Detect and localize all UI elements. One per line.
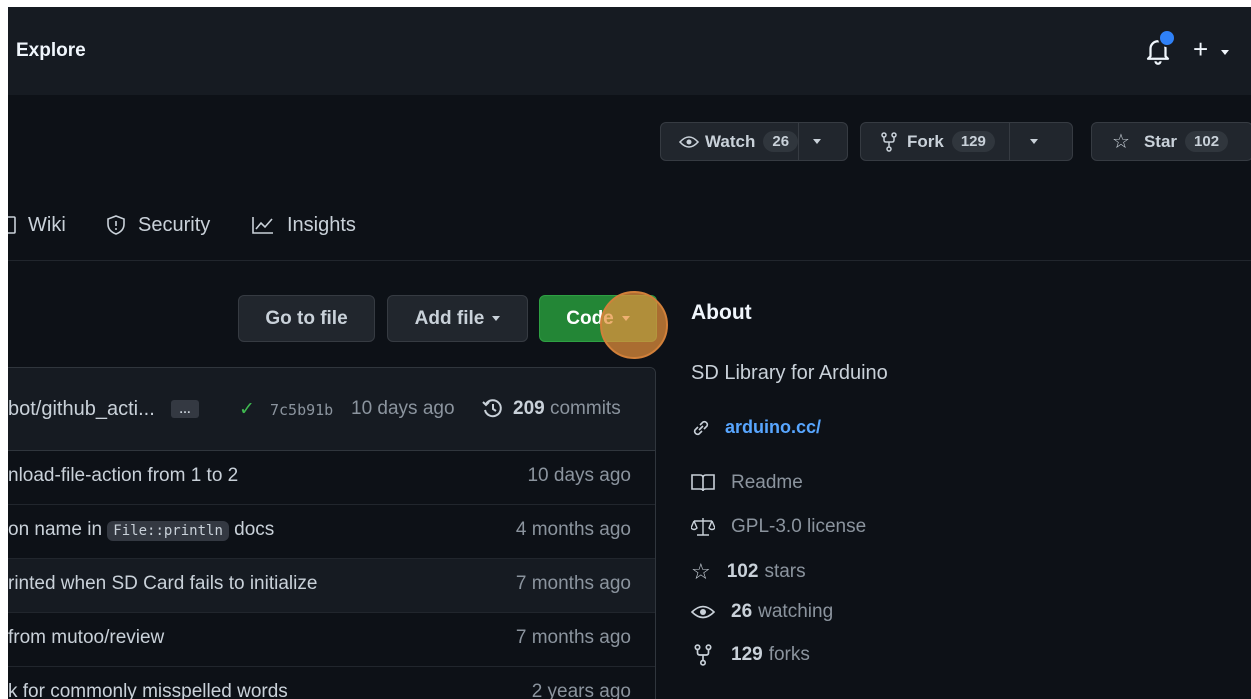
chevron-down-icon[interactable] xyxy=(1029,139,1038,144)
watch-button[interactable]: Watch 26 xyxy=(660,122,848,161)
inline-code: File::println xyxy=(107,521,229,541)
table-row[interactable]: nload-file-action from 1 to 2 10 days ag… xyxy=(8,451,655,505)
eye-icon xyxy=(691,605,715,619)
graph-icon xyxy=(252,217,273,234)
history-icon xyxy=(482,399,502,418)
forks-count: 129 xyxy=(731,644,763,665)
stars-link[interactable]: ☆ 102 stars xyxy=(691,559,806,585)
commit-count: 209 xyxy=(513,398,545,419)
latest-commit-bar: bot/github_acti... … ✓ 7c5b91b 10 days a… xyxy=(8,368,655,451)
cursor-highlight xyxy=(600,291,668,359)
fork-button[interactable]: Fork 129 xyxy=(860,122,1073,161)
website-link-text[interactable]: arduino.cc/ xyxy=(725,417,821,438)
readme-label: Readme xyxy=(731,472,803,493)
law-icon xyxy=(691,518,715,536)
forks-link[interactable]: 129 forks xyxy=(691,644,810,666)
commit-age: 2 years ago xyxy=(531,681,631,699)
add-file-button[interactable]: Add file xyxy=(387,295,528,342)
commit-hash[interactable]: 7c5b91b xyxy=(270,401,333,419)
go-to-file-label: Go to file xyxy=(265,307,348,329)
star-icon: ☆ xyxy=(1112,131,1130,153)
license-label: GPL-3.0 license xyxy=(731,516,867,537)
top-navbar: Explore + xyxy=(8,7,1251,95)
repo-description: SD Library for Arduino xyxy=(691,362,888,384)
watch-count: 26 xyxy=(763,131,799,152)
website-link[interactable]: arduino.cc/ xyxy=(691,417,821,438)
star-label: Star xyxy=(1143,131,1178,151)
about-heading: About xyxy=(691,301,752,324)
book-icon xyxy=(691,474,715,492)
commit-message-text: docs xyxy=(228,519,275,540)
fork-icon xyxy=(694,644,712,666)
star-button[interactable]: ☆ Star 102 xyxy=(1091,122,1251,161)
fork-label: Fork xyxy=(907,131,944,151)
commit-age: 7 months ago xyxy=(515,627,631,648)
table-row[interactable]: k for commonly misspelled words 2 years … xyxy=(8,667,655,699)
book-icon xyxy=(8,216,16,234)
commits-label: commits xyxy=(549,398,621,419)
tab-security[interactable]: Security xyxy=(106,202,210,248)
commit-age: 10 days ago xyxy=(527,465,631,486)
tab-label: Insights xyxy=(287,213,356,236)
repo-tabs: Wiki Security Insights xyxy=(8,202,1251,261)
commit-message[interactable]: from mutoo/review xyxy=(8,627,164,649)
table-row[interactable]: from mutoo/review 7 months ago xyxy=(8,613,655,667)
tab-wiki[interactable]: Wiki xyxy=(8,202,66,248)
stars-label: stars xyxy=(764,561,806,582)
stars-count: 102 xyxy=(726,561,759,582)
commit-age: 7 months ago xyxy=(515,573,631,594)
tab-label: Security xyxy=(138,213,211,236)
check-icon: ✓ xyxy=(239,399,255,420)
tab-insights[interactable]: Insights xyxy=(251,202,356,248)
chevron-down-icon[interactable] xyxy=(813,139,822,144)
go-to-file-button[interactable]: Go to file xyxy=(238,295,375,342)
license-link[interactable]: GPL-3.0 license xyxy=(691,516,866,538)
github-repo-page: Explore + Watch 26 Fork 129 ☆ Star 102 W… xyxy=(8,7,1251,699)
watch-label: Watch xyxy=(705,131,756,151)
add-file-label: Add file xyxy=(414,307,485,329)
chevron-down-icon xyxy=(492,316,501,321)
latest-commit-message[interactable]: bot/github_acti... xyxy=(8,398,155,421)
commit-message[interactable]: nload-file-action from 1 to 2 xyxy=(8,465,238,487)
commit-message[interactable]: on name in File::println docs xyxy=(8,519,274,541)
watching-link[interactable]: 26 watching xyxy=(691,601,833,623)
commit-message-text: on name in xyxy=(8,519,108,540)
commit-age: 10 days ago xyxy=(351,398,455,419)
tab-label: Wiki xyxy=(28,213,66,236)
explore-link[interactable]: Explore xyxy=(16,40,86,62)
commits-link[interactable]: 209 commits xyxy=(513,398,621,420)
notification-dot xyxy=(1158,29,1176,47)
commit-message[interactable]: k for commonly misspelled words xyxy=(8,681,288,699)
star-count: 102 xyxy=(1185,131,1229,152)
file-commit-table: bot/github_acti... … ✓ 7c5b91b 10 days a… xyxy=(8,367,656,699)
chevron-down-icon[interactable] xyxy=(1221,50,1229,55)
eye-icon xyxy=(679,135,699,148)
watching-label: watching xyxy=(758,601,834,622)
divider xyxy=(798,123,800,160)
divider xyxy=(1008,123,1010,160)
shield-icon xyxy=(107,215,125,235)
table-row[interactable]: rinted when SD Card fails to initialize … xyxy=(8,559,655,613)
link-icon xyxy=(693,420,709,435)
commit-message[interactable]: rinted when SD Card fails to initialize xyxy=(8,573,317,595)
table-row[interactable]: on name in File::println docs 4 months a… xyxy=(8,505,655,559)
watching-count: 26 xyxy=(731,601,753,622)
expand-commit-button[interactable]: … xyxy=(171,400,199,418)
readme-link[interactable]: Readme xyxy=(691,472,803,494)
plus-icon[interactable]: + xyxy=(1193,34,1208,65)
fork-count: 129 xyxy=(951,131,995,152)
commit-age: 4 months ago xyxy=(515,519,631,540)
fork-icon xyxy=(881,131,897,152)
star-icon: ☆ xyxy=(691,559,711,584)
forks-label: forks xyxy=(768,644,810,665)
